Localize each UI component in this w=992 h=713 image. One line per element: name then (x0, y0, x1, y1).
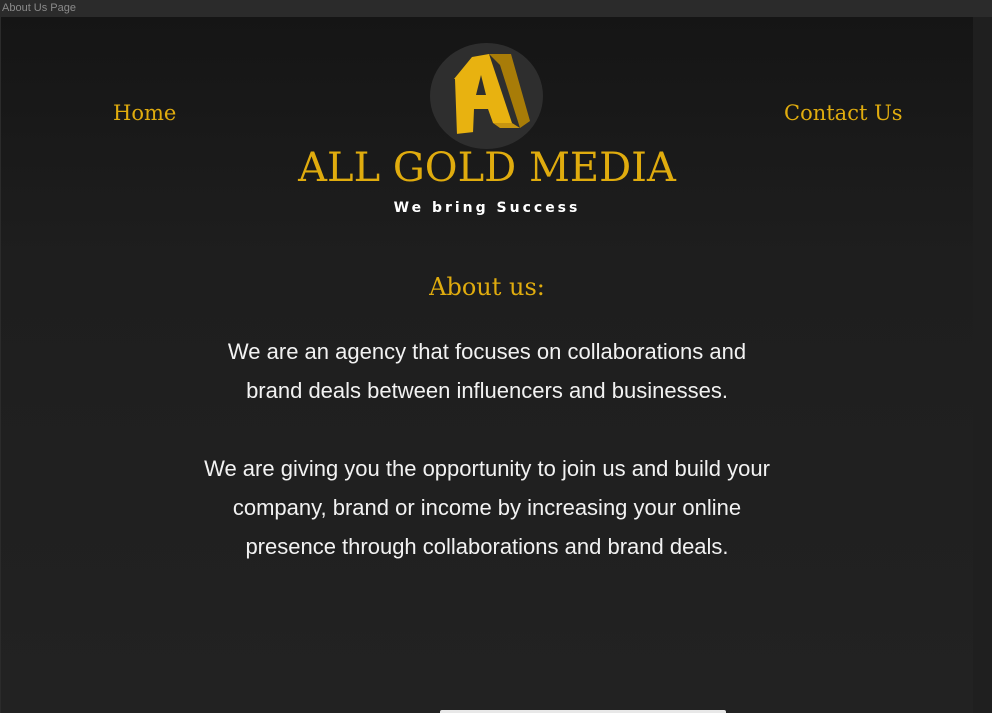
logo (430, 43, 543, 149)
about-us-page: Home Contact Us ALL GOLD MEDIA We bring … (1, 17, 973, 713)
brand-tagline: We bring Success (393, 200, 581, 216)
frame-label: About Us Page (2, 2, 76, 14)
about-paragraph-1: We are an agency that focuses on collabo… (227, 339, 747, 403)
about-paragraph-2: We are giving you the opportunity to joi… (204, 456, 770, 559)
gold-letter-a-logo-icon (453, 54, 530, 137)
nav-contact-link[interactable]: Contact Us (784, 101, 903, 125)
nav-home-link[interactable]: Home (113, 101, 176, 125)
brand-name: ALL GOLD MEDIA (298, 145, 676, 191)
about-heading: About us: (429, 273, 545, 301)
canvas-edge (973, 17, 992, 713)
